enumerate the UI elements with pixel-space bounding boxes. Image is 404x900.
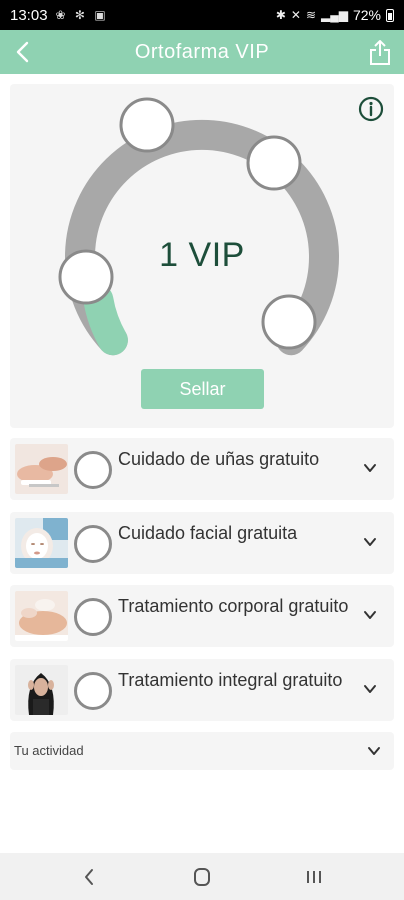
reward-label: Cuidado facial gratuita [118,523,298,543]
reward-checkbox[interactable] [74,525,112,563]
status-right-icons: ✱ ✕ ≋ ▂▄▆ 72% [276,7,394,23]
nav-back-icon[interactable] [78,867,102,887]
stamp-slot-4 [261,294,317,350]
reward-row-facial[interactable]: Cuidado facial gratuita [10,512,394,574]
stamp-slot-1 [58,249,114,305]
nail-care-photo [15,444,68,494]
signal-icon: ▂▄▆ [321,8,348,22]
nav-recents-icon[interactable] [302,867,326,887]
reward-row-body[interactable]: Tratamiento corporal gratuito [10,585,394,647]
seal-button[interactable]: Sellar [141,369,264,409]
stamp-count: 1 VIP [159,236,245,274]
reward-row-integral[interactable]: Tratamiento integral gratuito [10,659,394,721]
chevron-down-icon[interactable] [362,681,378,697]
status-bar: 13:03 ❀ ✻ ▣ ✱ ✕ ≋ ▂▄▆ 72% [0,0,404,30]
wifi-icon: ≋ [305,8,316,22]
chevron-down-icon[interactable] [362,460,378,476]
reward-label: Tratamiento corporal gratuito [118,596,349,616]
status-time: 13:03 [10,6,48,24]
battery-icon [386,8,394,22]
stamp-slot-3 [246,135,302,191]
chevron-down-icon[interactable] [362,534,378,550]
page-title: Ortofarma VIP [134,40,270,63]
mute-icon: ✕ [290,8,301,22]
activity-row[interactable]: Tu actividad [10,732,394,770]
reward-checkbox[interactable] [74,672,112,710]
integral-treatment-photo [15,665,68,715]
system-nav-bar [0,853,404,900]
back-arrow-icon[interactable] [12,40,34,64]
stamp-dial [58,97,339,356]
reward-checkbox[interactable] [74,451,112,489]
chevron-down-icon[interactable] [362,607,378,623]
reward-label: Cuidado de uñas gratuito [118,449,320,469]
nav-home-icon[interactable] [190,867,214,887]
facial-care-photo [15,518,68,568]
reward-row-nails[interactable]: Cuidado de uñas gratuito [10,438,394,500]
notification-icons: ❀ ✻ ▣ [55,8,109,22]
app-header: Ortofarma VIP [0,30,404,74]
activity-label: Tu actividad [14,743,84,758]
reward-checkbox[interactable] [74,598,112,636]
chevron-down-icon[interactable] [366,743,382,759]
stamp-slot-2 [119,97,175,153]
reward-label: Tratamiento integral gratuito [118,670,343,690]
bluetooth-icon: ✱ [275,8,286,22]
body-treatment-photo [15,591,68,641]
share-icon[interactable] [368,38,392,66]
battery-percent: 72% [352,7,381,23]
dial-progress [83,284,128,356]
